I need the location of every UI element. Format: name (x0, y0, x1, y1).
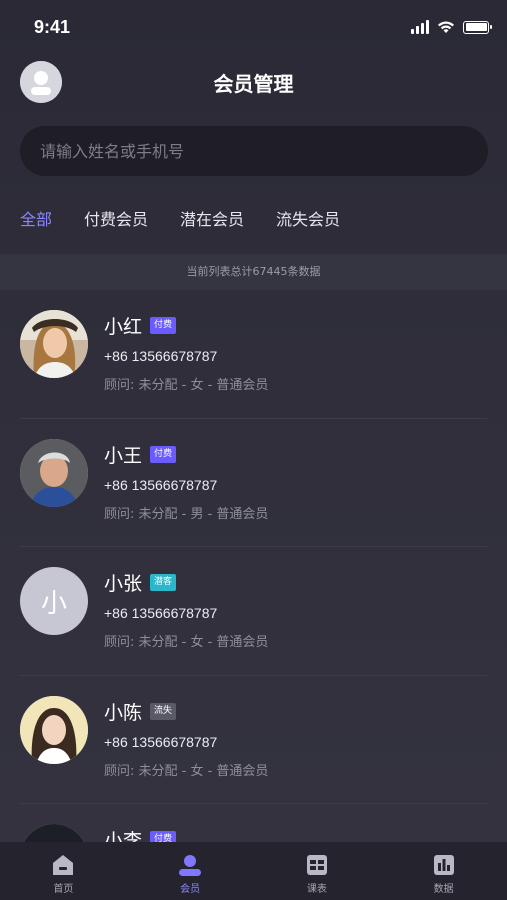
tabbar-member[interactable]: 会员 (127, 842, 254, 900)
tab-paid-members[interactable]: 付费会员 (84, 206, 148, 232)
tab-potential-members[interactable]: 潜在会员 (180, 206, 244, 232)
member-avatar (20, 310, 88, 378)
tab-lost-members[interactable]: 流失会员 (276, 206, 340, 232)
member-name: 小红 (104, 316, 143, 338)
member-meta: 顾问: 未分配 - 男 - 普通会员 (104, 506, 269, 522)
member-name: 小张 (104, 573, 143, 595)
tabbar-label: 数据 (433, 884, 454, 895)
member-item[interactable]: 小红 付费 +86 13566678787 顾问: 未分配 - 女 - 普通会员 (0, 290, 507, 419)
tabbar-label: 课表 (306, 884, 327, 895)
battery-icon (463, 20, 492, 34)
member-meta: 顾问: 未分配 - 女 - 普通会员 (104, 378, 269, 393)
status-icons (411, 20, 492, 34)
bottom-tabbar: 首页 会员 课表 数据 (0, 842, 507, 900)
page-title: 会员管理 (213, 72, 294, 96)
member-item[interactable]: 小王 付费 +86 13566678787 顾问: 未分配 - 男 - 普通会员 (0, 419, 507, 547)
schedule-icon (306, 855, 327, 875)
tab-all[interactable]: 全部 (20, 206, 52, 232)
member-meta: 顾问: 未分配 - 女 - 普通会员 (104, 635, 269, 650)
signal-icon (411, 20, 429, 34)
member-phone: +86 13566678787 (104, 476, 218, 493)
member-meta: 顾问: 未分配 - 女 - 普通会员 (104, 763, 269, 779)
member-status-badge: 付费 (150, 317, 177, 334)
tabbar-schedule[interactable]: 课表 (254, 842, 381, 900)
search-bar (20, 126, 488, 176)
home-icon (53, 855, 74, 875)
tabbar-label: 会员 (180, 884, 201, 895)
member-phone: +86 13566678787 (104, 733, 218, 750)
member-status-badge: 流失 (150, 702, 177, 720)
member-phone: +86 13566678787 (104, 605, 218, 621)
filter-tabs: 全部 付费会员 潜在会员 流失会员 (20, 206, 372, 232)
member-item[interactable]: 小陈 流失 +86 13566678787 顾问: 未分配 - 女 - 普通会员 (0, 676, 507, 804)
member-avatar (20, 438, 88, 507)
tabbar-label: 首页 (53, 884, 74, 895)
member-phone: +86 13566678787 (104, 348, 218, 364)
member-item[interactable]: 小 小张 潜客 +86 13566678787 顾问: 未分配 - 女 - 普通… (0, 547, 507, 676)
status-bar: 9:41 (0, 0, 507, 56)
member-avatar (20, 695, 88, 764)
tabbar-home[interactable]: 首页 (0, 842, 127, 900)
member-name: 小陈 (104, 701, 143, 724)
record-count: 当前列表总计67445条数据 (0, 254, 507, 290)
chart-icon (433, 855, 454, 875)
tabbar-data[interactable]: 数据 (380, 842, 507, 900)
member-status-badge: 潜客 (150, 574, 177, 591)
header: 会员管理 (0, 58, 507, 106)
wifi-icon (438, 21, 454, 33)
member-avatar-letter: 小 (20, 567, 88, 635)
status-time: 9:41 (34, 17, 71, 37)
search-input[interactable] (20, 126, 488, 176)
member-name: 小王 (104, 444, 143, 467)
member-icon (179, 855, 202, 876)
member-status-badge: 付费 (150, 445, 177, 463)
member-list: 小红 付费 +86 13566678787 顾问: 未分配 - 女 - 普通会员… (0, 290, 507, 900)
